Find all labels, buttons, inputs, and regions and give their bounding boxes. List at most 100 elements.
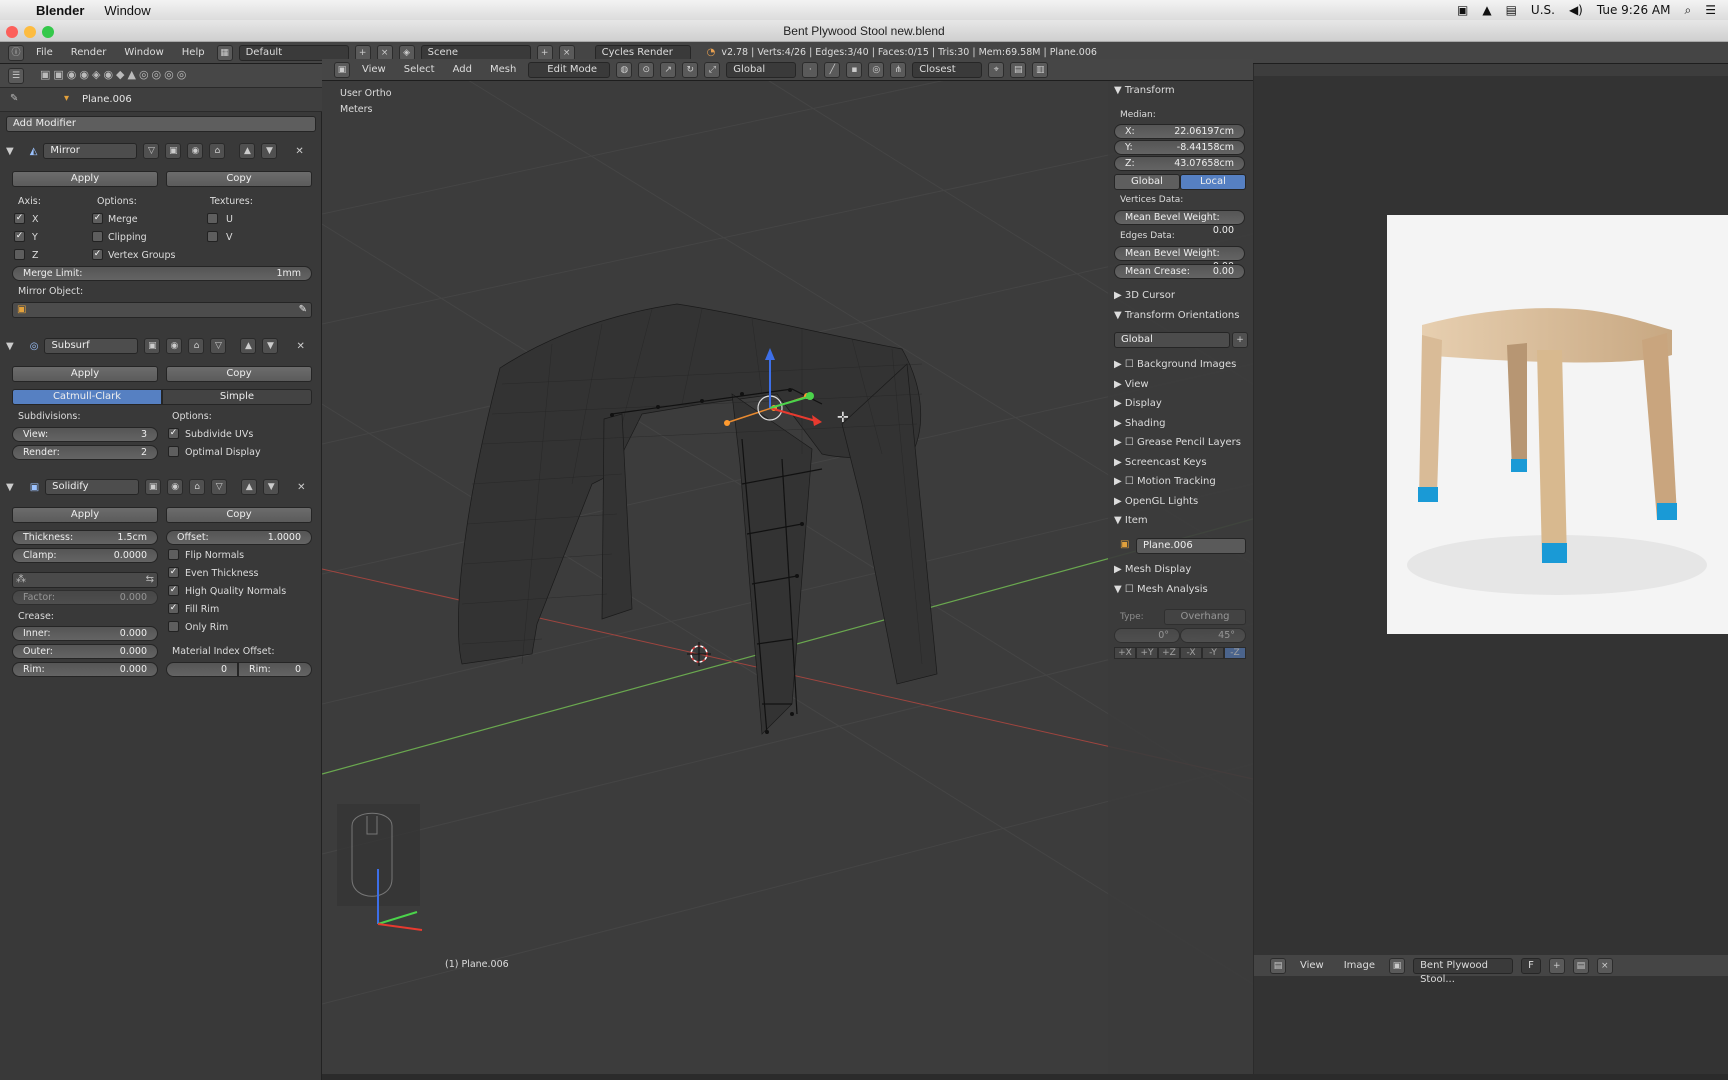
axis-x-checkbox[interactable]: ✓ [14,213,25,224]
volume-icon[interactable]: ◀) [1569,3,1583,17]
mirror-copy-button[interactable]: Copy [166,171,312,187]
edit-cage-icon[interactable]: ▽ [143,143,160,159]
vertex-groups-checkbox[interactable]: ✓ [92,249,103,260]
only-rim-checkbox[interactable] [168,621,179,632]
material-offset-field[interactable]: 0 [166,662,238,677]
menu-window[interactable]: Window [118,47,169,58]
add-orientation-icon[interactable]: + [1232,332,1248,348]
image-menu-image[interactable]: Image [1338,960,1381,971]
window-menu[interactable]: Window [104,3,150,18]
remove-mirror-icon[interactable]: ✕ [295,146,303,157]
offset-field[interactable]: Offset: 1.0000 [166,530,312,545]
shading-icon[interactable]: ◍ [616,61,633,78]
motion-tracking-header[interactable]: ▶ ☐ Motion Tracking [1114,476,1216,487]
new-image-icon[interactable]: + [1548,957,1565,974]
axis-py-toggle[interactable]: +Y [1136,647,1158,659]
image-editor[interactable] [1254,64,1728,1074]
subsurf-copy-button[interactable]: Copy [166,366,312,382]
unlink-image-icon[interactable]: × [1596,957,1613,974]
view3d-editor-icon[interactable]: ▣ [334,61,350,78]
image-editor-icon[interactable]: ▤ [1270,957,1286,974]
view-panel-header[interactable]: ▶ View [1114,379,1149,390]
axis-nz-toggle[interactable]: -Z [1224,647,1246,659]
median-y-field[interactable]: Y: -8.44158cm [1114,140,1245,155]
zoom-window-button[interactable] [42,26,54,38]
solidify-apply-button[interactable]: Apply [12,507,158,523]
fill-rim-checkbox[interactable]: ✓ [168,603,179,614]
merge-checkbox[interactable]: ✓ [92,213,103,224]
image-menu-view[interactable]: View [1294,960,1330,971]
local-toggle[interactable]: Local [1180,174,1246,190]
menu-select[interactable]: Select [398,64,441,75]
snap-align-icon[interactable]: ⌖ [988,61,1005,78]
material-rim-field[interactable]: Rim: 0 [238,662,312,677]
optimal-display-checkbox[interactable] [168,446,179,457]
outer-field[interactable]: Outer: 0.000 [12,644,158,659]
item-panel-header[interactable]: ▼ Item [1114,515,1148,526]
solidify-render-icon[interactable]: ⌂ [189,479,206,495]
vertex-bevel-weight-field[interactable]: Mean Bevel Weight: 0.00 [1114,210,1245,236]
median-x-field[interactable]: X: 22.06197cm [1114,124,1245,139]
subsurf-view-field[interactable]: View: 3 [12,427,158,442]
axis-px-toggle[interactable]: +X [1114,647,1136,659]
inner-field[interactable]: Inner: 0.000 [12,626,158,641]
catmull-clark-toggle[interactable]: Catmull-Clark [12,389,162,405]
remove-solidify-icon[interactable]: ✕ [297,482,305,493]
texture-v-checkbox[interactable] [207,231,218,242]
opengl-render-icon[interactable]: ▤ [1010,61,1027,78]
angle-min-field[interactable]: 0° [1114,628,1180,643]
render-visibility-icon[interactable]: ⌂ [209,143,226,159]
menu-help[interactable]: Help [176,47,211,58]
move-down-icon[interactable]: ▼ [261,143,278,159]
solidify-name-field[interactable]: Solidify [45,479,140,495]
axis-z-checkbox[interactable] [14,249,25,260]
proportional-edit-icon[interactable]: ◎ [868,61,885,78]
pivot-icon[interactable]: ⊙ [638,61,655,78]
mesh-analysis-header[interactable]: ▼ ☐ Mesh Analysis [1114,584,1208,595]
app-menu[interactable]: Blender [36,3,84,18]
global-toggle[interactable]: Global [1114,174,1180,190]
screencast-keys-header[interactable]: ▶ Screencast Keys [1114,457,1207,468]
eyedropper-icon[interactable]: ✎ [299,303,307,317]
manipulator-rotate-icon[interactable]: ↻ [682,61,699,78]
thickness-field[interactable]: Thickness: 1.5cm [12,530,158,545]
item-name-field[interactable]: Plane.006 [1136,538,1246,554]
image-name-field[interactable]: Bent Plywood Stool... [1413,957,1514,985]
factor-field[interactable]: Factor: 0.000 [12,590,158,605]
even-thickness-checkbox[interactable]: ✓ [168,567,179,578]
simple-toggle[interactable]: Simple [162,389,312,405]
clock[interactable]: Tue 9:26 AM [1597,3,1671,17]
clipping-checkbox[interactable] [92,231,103,242]
subsurf-cage-icon[interactable]: ▽ [210,338,227,354]
fake-user-toggle[interactable]: F [1521,957,1541,974]
grease-pencil-header[interactable]: ▶ ☐ Grease Pencil Layers [1114,437,1241,448]
menu-add[interactable]: Add [447,64,478,75]
subsurf-editmode-icon[interactable]: ▣ [144,338,161,354]
menu-view[interactable]: View [356,64,392,75]
orientation-dropdown[interactable]: Global [1114,332,1230,348]
menu-file[interactable]: File [30,47,59,58]
orientation-select[interactable]: Global [726,61,797,78]
face-select-icon[interactable]: ▪ [846,61,863,78]
subsurf-render-field[interactable]: Render: 2 [12,445,158,460]
mirror-object-field[interactable]: ▣ ✎ [12,302,312,318]
mirror-apply-button[interactable]: Apply [12,171,158,187]
menu-render[interactable]: Render [65,47,113,58]
rim-field[interactable]: Rim: 0.000 [12,662,158,677]
remove-subsurf-icon[interactable]: ✕ [296,341,304,352]
mean-crease-field[interactable]: Mean Crease: 0.00 [1114,264,1245,279]
subdivide-uvs-checkbox[interactable]: ✓ [168,428,179,439]
opengl-lights-header[interactable]: ▶ OpenGL Lights [1114,496,1198,507]
solidify-move-down-icon[interactable]: ▼ [263,479,280,495]
move-up-icon[interactable]: ▲ [239,143,256,159]
mesh-display-header[interactable]: ▶ Mesh Display [1114,564,1191,575]
list-icon[interactable]: ☰ [1705,3,1716,17]
axis-pz-toggle[interactable]: +Z [1158,647,1180,659]
pin-icon[interactable]: ✎ [10,93,18,104]
viewport-visibility-icon[interactable]: ◉ [187,143,204,159]
analysis-type-dropdown[interactable]: Overhang [1164,609,1246,625]
property-context-tabs[interactable]: ▣▣◉◉◈◉◆▲◎◎◎◎ [40,68,189,81]
axis-nx-toggle[interactable]: -X [1180,647,1202,659]
drive-icon[interactable]: ▲ [1482,3,1491,17]
clamp-field[interactable]: Clamp: 0.0000 [12,548,158,563]
